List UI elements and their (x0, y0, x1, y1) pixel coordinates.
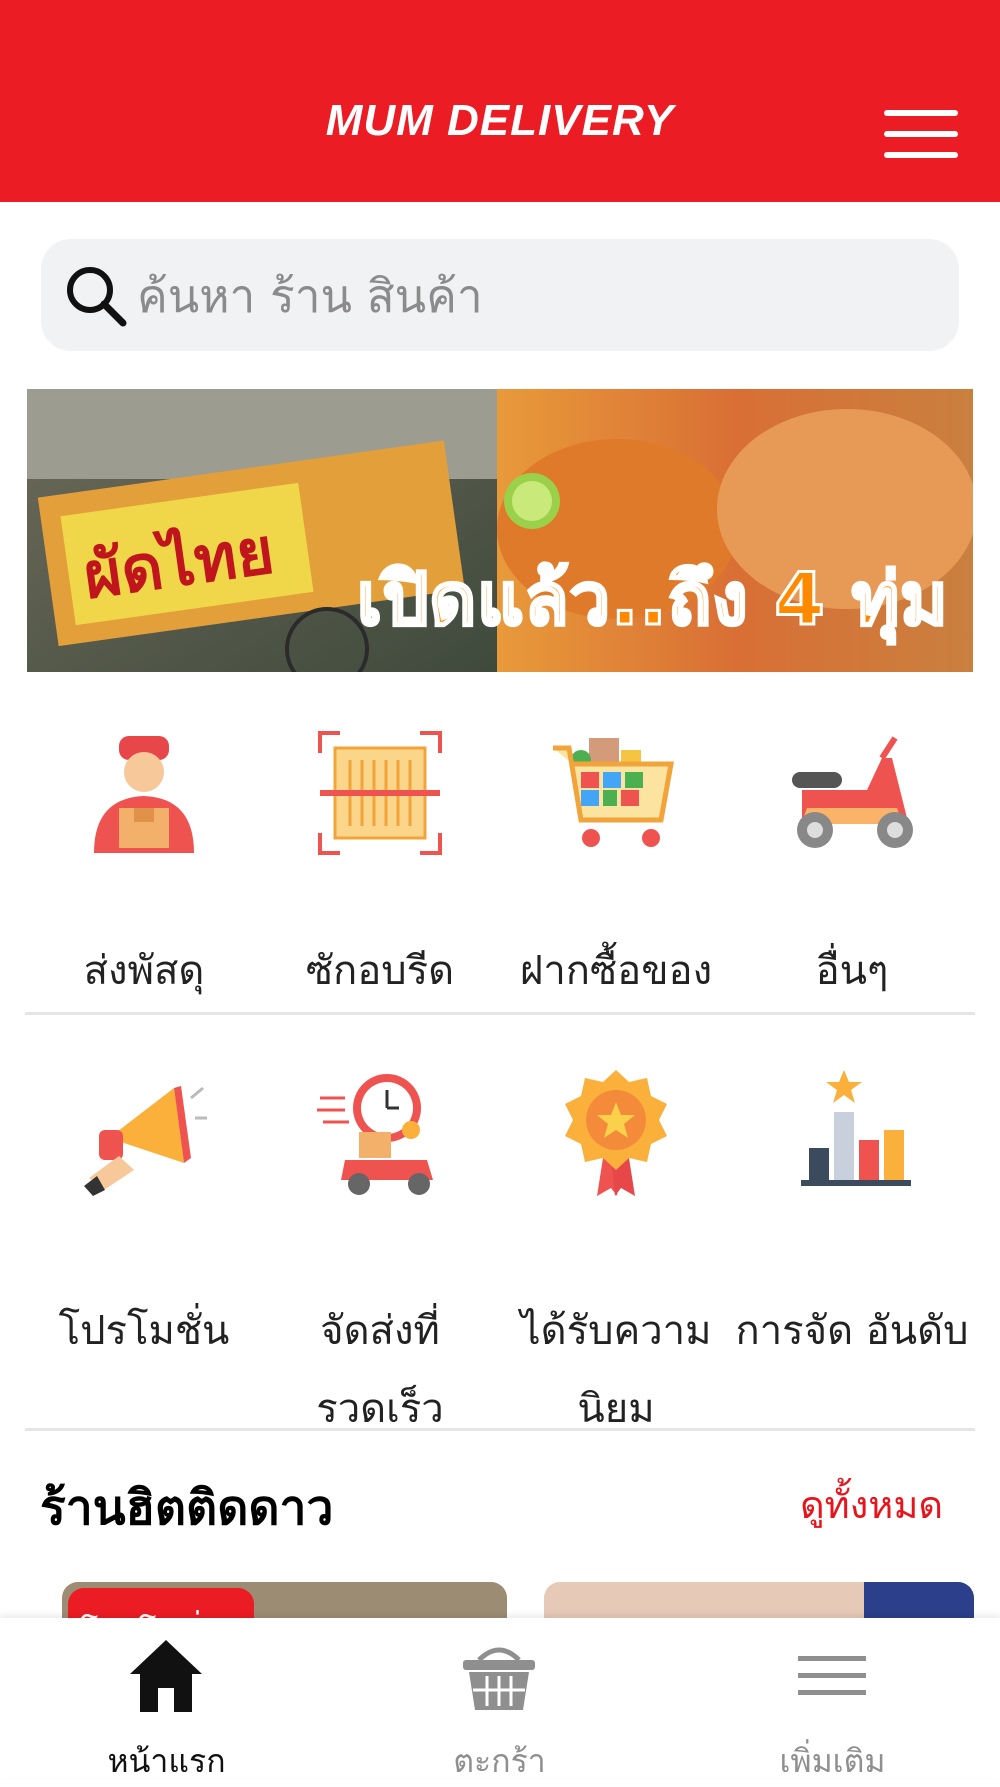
service-label: ซักอบรีด (305, 948, 455, 994)
nav-basket[interactable]: ตะกร้า (333, 1618, 666, 1780)
see-all-link[interactable]: ดูทั้งหมด (800, 1474, 943, 1535)
service-label: ได้รับความ นิยม (520, 1308, 712, 1432)
service-other[interactable]: อื่นๆ (733, 720, 971, 1010)
shopping-cart-icon (553, 738, 674, 847)
service-shopping[interactable]: ฝากซื้อของ (497, 720, 735, 1010)
service-label: อื่นๆ (815, 948, 889, 994)
scooter-icon (792, 736, 913, 848)
nav-label: เพิ่มเติม (779, 1742, 886, 1780)
service-label: การจัด อันดับ (735, 1308, 969, 1354)
service-laundry[interactable]: ซักอบรีด (261, 720, 499, 1010)
service-label: จัดส่งที่ รวดเร็ว (316, 1308, 444, 1432)
search-input[interactable] (135, 259, 919, 333)
service-label: ส่งพัสดุ (83, 948, 205, 994)
award-icon (565, 1070, 667, 1196)
nav-label: หน้าแรก (107, 1742, 226, 1780)
service-label: ฝากซื้อของ (519, 948, 713, 994)
ranking-chart-icon (801, 1070, 911, 1186)
service-promotion[interactable]: โปรโมชั่น (25, 1060, 263, 1400)
service-popular[interactable]: ได้รับความ นิยม (497, 1060, 735, 1432)
search-icon (67, 267, 127, 327)
bottom-nav: หน้าแรก ตะกร้า เพิ่มเติม (0, 1618, 1000, 1780)
app-header: MUM DELIVERY (0, 0, 1000, 202)
promo-banner[interactable]: ผัดไทย เปิดแล้ว..ถึง 4 ทุ่ม (27, 389, 973, 672)
service-parcel[interactable]: ส่งพัสดุ (25, 720, 263, 1010)
section-title: ร้านฮิตติดดาว (40, 1480, 334, 1536)
banner-text: เปิดแล้ว..ถึง 4 ทุ่ม (356, 556, 950, 643)
search-bar[interactable] (41, 239, 959, 351)
courier-icon (94, 736, 194, 853)
home-icon (130, 1640, 202, 1712)
fast-delivery-icon (317, 1074, 433, 1195)
service-label: โปรโมชั่น (58, 1308, 230, 1354)
basket-icon (463, 1647, 535, 1710)
service-ranking[interactable]: การจัด อันดับ (733, 1060, 971, 1400)
nav-home[interactable]: หน้าแรก (0, 1618, 333, 1780)
app-brand: MUM DELIVERY (325, 96, 675, 145)
nav-more[interactable]: เพิ่มเติม (666, 1618, 999, 1780)
service-fast-delivery[interactable]: จัดส่งที่ รวดเร็ว (261, 1060, 499, 1432)
hamburger-icon[interactable] (884, 110, 958, 158)
divider (25, 1428, 975, 1431)
laundry-icon (318, 731, 442, 855)
divider (25, 1012, 975, 1015)
nav-label: ตะกร้า (453, 1742, 546, 1780)
menu-icon (798, 1656, 866, 1695)
megaphone-icon (84, 1086, 207, 1196)
